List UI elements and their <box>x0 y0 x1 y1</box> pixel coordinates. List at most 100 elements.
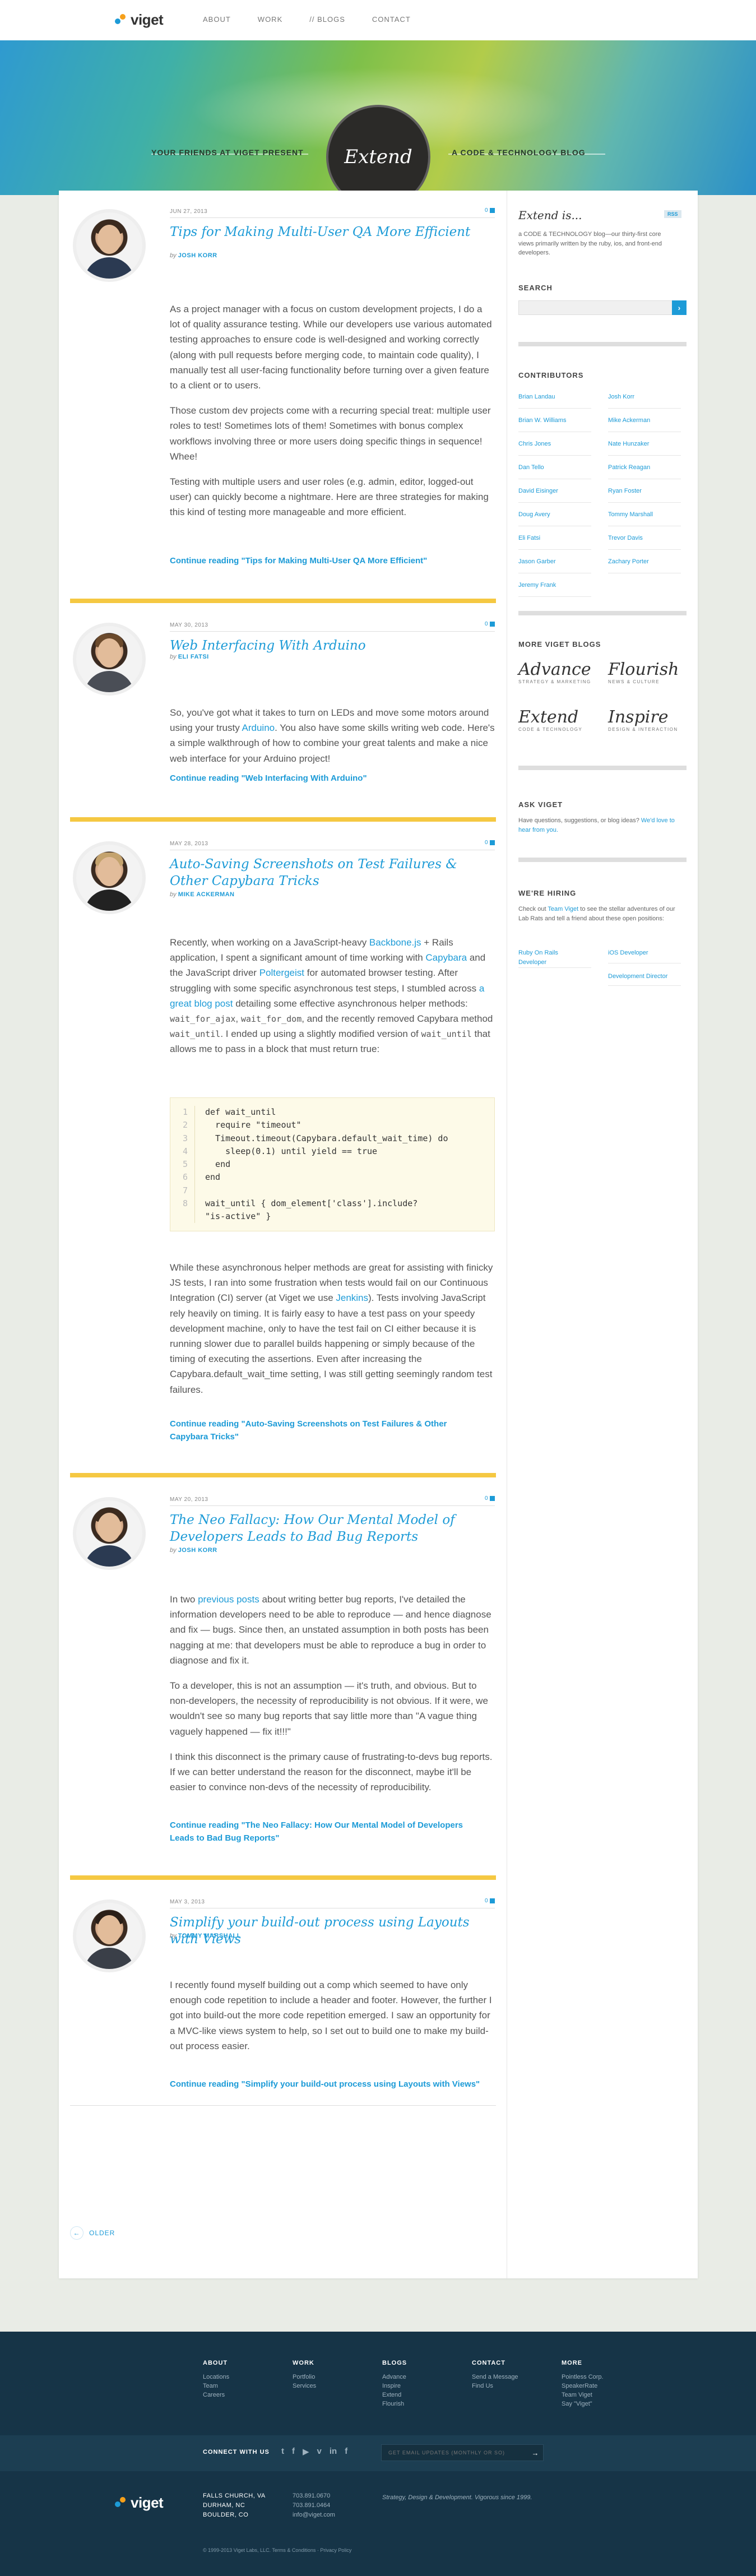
flickr-icon[interactable]: f <box>345 2447 347 2457</box>
code-line: 7 <box>170 1184 494 1197</box>
hero-right-text: A CODE & TECHNOLOGY BLOG <box>452 148 586 157</box>
post-title[interactable]: Web Interfacing With Arduino <box>170 638 484 655</box>
contributor-link[interactable]: Eli Fatsi <box>518 535 540 541</box>
footer-link[interactable]: Say "Viget" <box>562 2400 604 2409</box>
post-title[interactable]: Auto-Saving Screenshots on Test Failures… <box>170 856 484 890</box>
footer-link[interactable]: Portfolio <box>293 2373 316 2382</box>
vimeo-icon[interactable]: v <box>317 2447 322 2457</box>
footer-link[interactable]: Locations <box>203 2373 229 2382</box>
search-input[interactable] <box>518 300 676 315</box>
comments-link[interactable]: 0 <box>485 1898 495 1904</box>
contributor-link[interactable]: Trevor Davis <box>608 535 643 541</box>
arduino-link[interactable]: Arduino <box>242 722 275 733</box>
team-viget-link[interactable]: Team Viget <box>548 906 578 912</box>
footer-link[interactable]: Pointless Corp. <box>562 2373 604 2382</box>
youtube-icon[interactable]: ▶ <box>303 2447 309 2457</box>
contributor-link[interactable]: Nate Hunzaker <box>608 441 649 447</box>
email-submit-button[interactable]: → <box>527 2445 543 2461</box>
blog-inspire-link[interactable]: Inspire DESIGN & INTERACTION <box>608 709 687 733</box>
contributor-link[interactable]: Doug Avery <box>518 511 550 518</box>
author-link[interactable]: TOMMY MARSHALL <box>178 1933 241 1939</box>
contributor-link[interactable]: Mike Ackerman <box>608 417 650 424</box>
contributor-link[interactable]: David Eisinger <box>518 488 558 494</box>
post-title[interactable]: Tips for Making Multi-User QA More Effic… <box>170 224 484 241</box>
comments-link[interactable]: 0 <box>485 1495 495 1502</box>
comments-link[interactable]: 0 <box>485 621 495 627</box>
linkedin-icon[interactable]: in <box>330 2447 337 2457</box>
footer-link[interactable]: Careers <box>203 2391 229 2400</box>
backbone-link[interactable]: Backbone.js <box>369 937 421 948</box>
footer-column: CONTACT Send a Message Find Us <box>472 2360 518 2391</box>
post-title[interactable]: Simplify your build-out process using La… <box>170 1915 484 1948</box>
contributor-link[interactable]: Jeremy Frank <box>518 582 556 589</box>
continue-reading-link[interactable]: Continue reading "Web Interfacing With A… <box>170 772 484 785</box>
jenkins-link[interactable]: Jenkins <box>336 1292 368 1303</box>
previous-posts-link[interactable]: previous posts <box>198 1594 259 1605</box>
blog-advance-link[interactable]: Advance STRATEGY & MARKETING <box>518 661 597 685</box>
author-link[interactable]: JOSH KORR <box>178 1547 217 1554</box>
capybara-link[interactable]: Capybara <box>425 952 467 963</box>
connect-band: CONNECT WITH US t f ▶ v in f → <box>0 2435 756 2471</box>
author-avatar[interactable] <box>73 209 146 282</box>
continue-reading-link[interactable]: Continue reading "The Neo Fallacy: How O… <box>170 1819 484 1845</box>
author-link[interactable]: MIKE ACKERMAN <box>178 891 235 898</box>
nav-blogs[interactable]: // BLOGS <box>309 15 345 24</box>
author-link[interactable]: JOSH KORR <box>178 252 217 259</box>
viget-logo-link[interactable]: viget <box>115 11 164 29</box>
footer-link[interactable]: Advance <box>382 2373 407 2382</box>
code-block: 1 def wait_until 2 require "timeout" 3 Time… <box>170 1097 495 1232</box>
author-avatar[interactable] <box>73 841 146 914</box>
contributor-link[interactable]: Chris Jones <box>518 441 551 447</box>
comments-link[interactable]: 0 <box>485 207 495 214</box>
blog-sub: CODE & TECHNOLOGY <box>518 727 583 732</box>
comments-link[interactable]: 0 <box>485 840 495 846</box>
code-text: def wait_until <box>205 1107 276 1117</box>
arrow-left-icon: ← <box>70 2226 84 2240</box>
author-avatar[interactable] <box>73 1899 146 1972</box>
search-button[interactable]: › <box>672 300 687 315</box>
nav-about[interactable]: ABOUT <box>203 15 231 24</box>
footer-link[interactable]: Find Us <box>472 2382 518 2391</box>
facebook-icon[interactable]: f <box>292 2447 295 2457</box>
footer-link[interactable]: Send a Message <box>472 2373 518 2382</box>
twitter-icon[interactable]: t <box>281 2447 284 2457</box>
continue-reading-link[interactable]: Continue reading "Simplify your build-ou… <box>170 2078 484 2091</box>
footer-link[interactable]: Extend <box>382 2391 407 2400</box>
poltergeist-link[interactable]: Poltergeist <box>259 967 304 978</box>
footer-link[interactable]: Services <box>293 2382 316 2391</box>
job-rails-developer[interactable]: Ruby On Rails Developer <box>518 948 586 967</box>
contributor-link[interactable]: Zachary Porter <box>608 558 649 565</box>
older-posts-link[interactable]: ← OLDER <box>70 2226 115 2240</box>
contributor-link[interactable]: Josh Korr <box>608 393 634 400</box>
rss-button[interactable]: RSS <box>664 210 681 218</box>
blog-extend-link[interactable]: Extend CODE & TECHNOLOGY <box>518 709 597 733</box>
contributor-link[interactable]: Ryan Foster <box>608 488 642 494</box>
nav-work[interactable]: WORK <box>258 15 282 24</box>
blog-flourish-link[interactable]: Flourish NEWS & CULTURE <box>608 661 687 685</box>
email-input[interactable] <box>382 2445 522 2461</box>
contributor-link[interactable]: Dan Tello <box>518 464 544 471</box>
contributor-link[interactable]: Patrick Reagan <box>608 464 650 471</box>
footer-link[interactable]: Flourish <box>382 2400 407 2409</box>
post-byline: by JOSH KORR <box>170 252 217 259</box>
job-ios-developer[interactable]: iOS Developer <box>608 948 681 958</box>
continue-reading-link[interactable]: Continue reading "Auto-Saving Screenshot… <box>170 1418 484 1443</box>
contributor-link[interactable]: Brian W. Williams <box>518 417 567 424</box>
email-link[interactable]: info@viget.com <box>293 2510 335 2520</box>
continue-reading-link[interactable]: Continue reading "Tips for Making Multi-… <box>170 555 484 568</box>
email-signup: → <box>381 2444 544 2461</box>
footer-logo[interactable]: viget <box>115 2494 164 2512</box>
footer-link[interactable]: SpeakerRate <box>562 2382 604 2391</box>
footer-link[interactable]: Inspire <box>382 2382 407 2391</box>
author-link[interactable]: ELI FATSI <box>178 654 209 660</box>
job-development-director[interactable]: Development Director <box>608 972 681 981</box>
footer-link[interactable]: Team <box>203 2382 229 2391</box>
author-avatar[interactable] <box>73 623 146 696</box>
nav-contact[interactable]: CONTACT <box>372 15 411 24</box>
contributor-link[interactable]: Tommy Marshall <box>608 511 653 518</box>
author-avatar[interactable] <box>73 1497 146 1570</box>
contributor-link[interactable]: Jason Garber <box>518 558 556 565</box>
contributor-link[interactable]: Brian Landau <box>518 393 555 400</box>
footer-link[interactable]: Team Viget <box>562 2391 604 2400</box>
post-title[interactable]: The Neo Fallacy: How Our Mental Model of… <box>170 1512 484 1546</box>
